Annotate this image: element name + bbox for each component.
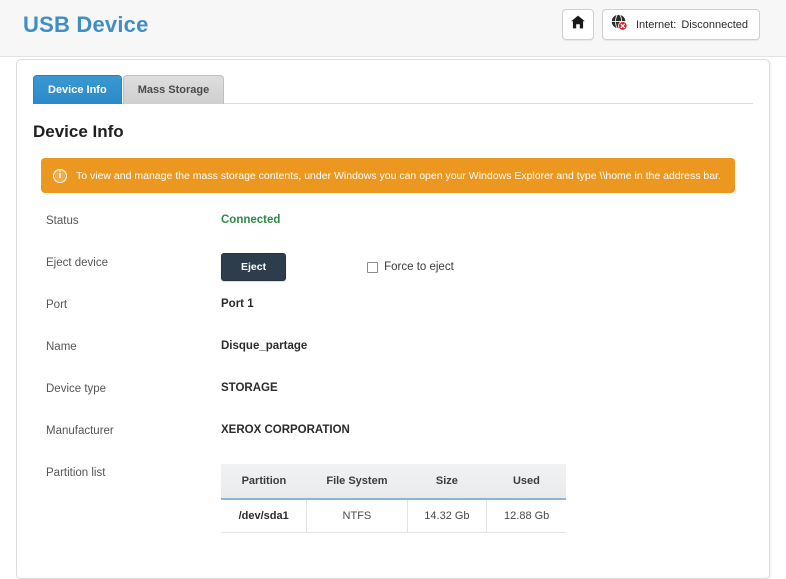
- home-icon: [570, 14, 586, 35]
- section-title: Device Info: [33, 122, 124, 141]
- cell-file-system: NTFS: [306, 499, 408, 533]
- cell-used: 12.88 Gb: [486, 499, 566, 533]
- partition-table: Partition File System Size Used /dev/sda…: [221, 464, 566, 533]
- row-port: Port Port 1: [17, 295, 769, 337]
- row-device-type: Device type STORAGE: [17, 379, 769, 421]
- internet-value: Disconnected: [681, 18, 748, 31]
- row-manufacturer: Manufacturer XEROX CORPORATION: [17, 421, 769, 463]
- col-size: Size: [407, 464, 487, 500]
- force-to-eject-checkbox[interactable]: [367, 261, 379, 273]
- internet-label: Internet:: [635, 18, 677, 31]
- cell-size: 14.32 Gb: [407, 499, 488, 533]
- content-panel: Device Info Mass Storage Device Info i T…: [16, 59, 770, 579]
- row-eject-device: Eject device Eject Force to eject: [17, 253, 769, 295]
- row-label-manufacturer: Manufacturer: [46, 425, 114, 437]
- row-partition-list: Partition list Partition File System Siz…: [17, 463, 769, 533]
- tab-device-info[interactable]: Device Info: [33, 75, 122, 104]
- row-label-device-type: Device type: [46, 383, 107, 395]
- force-to-eject-control[interactable]: Force to eject: [367, 261, 454, 273]
- internet-status-button[interactable]: Internet: Disconnected: [601, 9, 760, 40]
- partition-table-body: /dev/sda1 NTFS 14.32 Gb 12.88 Gb: [221, 499, 566, 533]
- globe-disconnected-icon: [610, 13, 629, 37]
- info-icon: i: [53, 168, 67, 183]
- row-value-device-type: STORAGE: [221, 382, 278, 394]
- partition-table-head: Partition File System Size Used: [221, 464, 566, 500]
- col-used: Used: [486, 464, 566, 500]
- row-name: Name Disque_partage: [17, 337, 769, 379]
- table-row: /dev/sda1 NTFS 14.32 Gb 12.88 Gb: [221, 499, 566, 533]
- status-badge: Connected: [221, 214, 281, 226]
- row-label-status: Status: [46, 215, 79, 227]
- app-header: USB Device Internet: Disconnected: [0, 0, 786, 57]
- eject-controls: Eject Force to eject: [221, 253, 454, 281]
- col-partition: Partition: [221, 464, 307, 500]
- row-value-port: Port 1: [221, 298, 254, 310]
- col-file-system: File System: [306, 464, 408, 500]
- row-label-eject-device: Eject device: [46, 257, 109, 269]
- info-alert: i To view and manage the mass storage co…: [41, 158, 735, 193]
- alert-text: To view and manage the mass storage cont…: [76, 169, 721, 182]
- device-info-form: Status Connected Eject device Eject Forc…: [17, 211, 769, 533]
- tab-mass-storage[interactable]: Mass Storage: [122, 75, 225, 104]
- eject-button[interactable]: Eject: [221, 253, 287, 281]
- row-status: Status Connected: [17, 211, 769, 253]
- row-label-name: Name: [46, 341, 77, 353]
- row-value-name: Disque_partage: [221, 340, 308, 352]
- header-actions: Internet: Disconnected: [561, 9, 760, 40]
- row-label-partition-list: Partition list: [46, 467, 106, 479]
- page-title: USB Device: [23, 12, 149, 37]
- force-to-eject-label: Force to eject: [384, 261, 454, 273]
- cell-partition: /dev/sda1: [221, 499, 308, 533]
- table-header-row: Partition File System Size Used: [221, 464, 566, 500]
- home-button[interactable]: [561, 9, 594, 40]
- tab-bar: Device Info Mass Storage: [33, 75, 753, 104]
- row-label-port: Port: [46, 299, 68, 311]
- internet-status-text: Internet: Disconnected: [636, 19, 748, 31]
- row-value-manufacturer: XEROX CORPORATION: [221, 424, 350, 436]
